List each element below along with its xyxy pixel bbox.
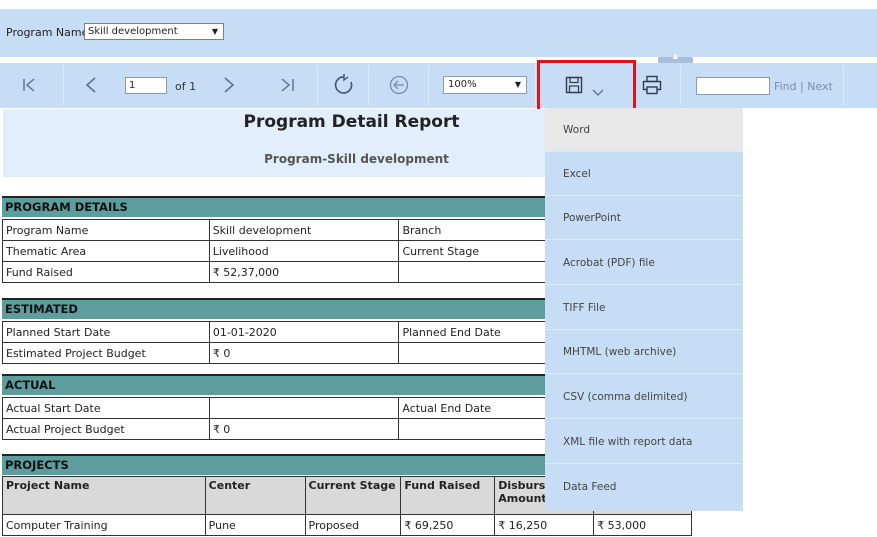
- table-cell: Computer Training: [2, 514, 206, 536]
- page-count-label: of 1: [175, 80, 197, 93]
- first-page-icon[interactable]: [22, 77, 38, 97]
- table-cell: Fund Raised: [2, 261, 210, 283]
- dropdown-arrow-icon: ▼: [514, 80, 521, 89]
- table-cell: [208, 397, 400, 419]
- program-name-label: Program Name: [6, 26, 89, 39]
- table-row: Computer Training Pune Proposed ₹ 69,250 ₹ …: [2, 514, 692, 536]
- table-cell: ₹ 53,000: [593, 514, 692, 536]
- export-word[interactable]: Word: [545, 108, 743, 152]
- table-cell: Program Name: [2, 219, 210, 241]
- table-cell: [398, 261, 550, 283]
- table-cell: ₹ 69,250: [400, 514, 496, 536]
- toolbar-separator: [680, 65, 681, 106]
- back-icon[interactable]: [389, 75, 409, 99]
- table-header-cell: Current Stage: [304, 476, 402, 515]
- refresh-icon[interactable]: [333, 74, 355, 100]
- table-cell: Proposed: [304, 514, 402, 536]
- zoom-value: 100%: [448, 79, 477, 90]
- export-mhtml[interactable]: MHTML (web archive): [545, 330, 743, 374]
- toolbar-separator: [428, 65, 429, 106]
- export-excel[interactable]: Excel: [545, 152, 743, 196]
- find-input[interactable]: [696, 77, 770, 95]
- table-cell: Planned Start Date: [2, 321, 210, 343]
- table-cell: ₹ 52,37,000: [208, 261, 400, 283]
- table-cell: Actual Start Date: [2, 397, 210, 419]
- table-cell: Planned End Date: [398, 321, 550, 343]
- last-page-icon[interactable]: [279, 77, 295, 97]
- table-cell: Actual End Date: [398, 397, 550, 419]
- table-cell: [398, 418, 550, 440]
- dropdown-arrow-icon: ▼: [211, 27, 218, 36]
- toolbar-separator: [368, 65, 369, 106]
- table-cell: Estimated Project Budget: [2, 342, 210, 364]
- program-name-value: Skill development: [88, 26, 178, 37]
- toolbar-separator: [63, 65, 64, 106]
- find-next-links[interactable]: Find | Next: [774, 80, 833, 93]
- table-cell: [398, 342, 550, 364]
- table-header-cell: Project Name: [2, 476, 206, 515]
- previous-page-icon[interactable]: [84, 76, 98, 98]
- table-cell: ₹ 0: [208, 342, 400, 364]
- table-header-cell: Center: [204, 476, 306, 515]
- page-number-input[interactable]: 1: [125, 77, 167, 94]
- toolbar-separator: [843, 65, 844, 106]
- zoom-select[interactable]: 100% ▼: [443, 76, 527, 94]
- table-cell: Current Stage: [398, 240, 550, 262]
- toolbar-separator: [317, 65, 318, 106]
- export-csv[interactable]: CSV (comma delimited): [545, 375, 743, 419]
- export-data-feed[interactable]: Data Feed: [545, 465, 743, 509]
- print-icon[interactable]: [642, 75, 662, 99]
- table-cell: ₹ 16,250: [494, 514, 595, 536]
- export-pdf[interactable]: Acrobat (PDF) file: [545, 241, 743, 285]
- export-button-highlight: [537, 60, 636, 113]
- table-cell: Livelihood: [208, 240, 400, 262]
- table-cell: ₹ 0: [208, 418, 400, 440]
- table-cell: Branch: [398, 219, 550, 241]
- program-name-select[interactable]: Skill development ▼: [84, 23, 224, 40]
- export-xml[interactable]: XML file with report data: [545, 420, 743, 464]
- table-cell: Pune: [204, 514, 306, 536]
- chevron-up-icon: ▲: [672, 52, 679, 60]
- table-cell: Actual Project Budget: [2, 418, 210, 440]
- table-cell: Skill development: [208, 219, 400, 241]
- next-page-icon[interactable]: [222, 76, 236, 98]
- table-cell: 01-01-2020: [208, 321, 400, 343]
- table-header-cell: Fund Raised: [400, 476, 496, 515]
- export-powerpoint[interactable]: PowerPoint: [545, 196, 743, 240]
- toolbar-separator: [535, 65, 536, 106]
- table-cell: Thematic Area: [2, 240, 210, 262]
- export-tiff[interactable]: TIFF File: [545, 286, 743, 330]
